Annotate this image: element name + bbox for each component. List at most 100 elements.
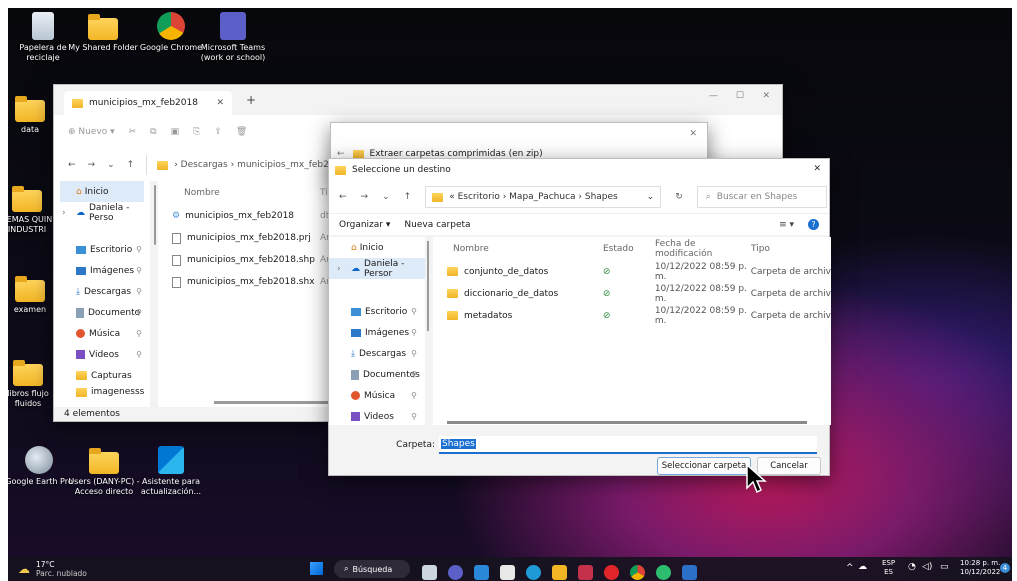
nav-item-imagenes[interactable]: Imágenes ⚲ xyxy=(329,322,425,343)
delete-icon[interactable]: 🗑 xyxy=(236,127,247,137)
desktop-icon-libros[interactable]: libros flujo fluidos xyxy=(8,360,56,409)
nav-item-documentos[interactable]: Documentos ⚲ xyxy=(329,364,425,385)
breadcrumb-item[interactable]: Mapa_Pachuca xyxy=(509,192,575,202)
file-row[interactable]: ⚙ municipios_mx_feb2018 xyxy=(158,205,338,227)
chrome-taskbar-icon[interactable] xyxy=(630,565,645,580)
desktop-icon-update-assistant[interactable]: Asistente para actualización... xyxy=(136,446,206,497)
column-header-modified[interactable]: Fecha de modificación xyxy=(655,239,751,259)
nav-item-musica[interactable]: Música ⚲ xyxy=(329,385,425,406)
explorer-breadcrumb[interactable]: › Descargas › municipios_mx_feb2018 xyxy=(146,155,346,175)
forward-icon[interactable]: → xyxy=(361,192,369,202)
up-icon[interactable]: ↑ xyxy=(404,192,412,202)
breadcrumb-item[interactable]: Shapes xyxy=(585,192,618,202)
breadcrumb-item[interactable]: Escritorio xyxy=(458,192,500,202)
calendar-app-icon[interactable] xyxy=(500,565,515,580)
nav-item-inicio[interactable]: ⌂ Inicio xyxy=(329,237,425,258)
new-button[interactable]: ⊕ Nuevo ▾ xyxy=(68,127,115,137)
recent-icon[interactable]: ⌄ xyxy=(107,160,115,170)
new-tab-icon[interactable]: + xyxy=(246,93,256,107)
close-window-icon[interactable]: ✕ xyxy=(762,91,770,101)
task-view-icon[interactable] xyxy=(422,565,437,580)
share-icon[interactable]: ⇪ xyxy=(214,127,222,137)
column-header-name[interactable]: Nombre xyxy=(158,181,338,205)
nav-scrollbar[interactable] xyxy=(154,185,156,245)
organize-button[interactable]: Organizar ▾ xyxy=(339,220,390,230)
opera-icon[interactable] xyxy=(604,565,619,580)
taskbar-search[interactable]: ⌕ Búsqueda xyxy=(334,560,410,578)
forward-icon[interactable]: → xyxy=(88,160,96,170)
nav-item-videos[interactable]: Videos ⚲ xyxy=(329,406,425,425)
column-header-name[interactable]: Nombre xyxy=(433,244,603,254)
nav-item-documentos[interactable]: Documento ⚲ xyxy=(54,302,150,323)
qgis-icon[interactable] xyxy=(656,565,671,580)
clock[interactable]: 10:28 p. m. 10/12/2022 xyxy=(960,559,1000,577)
folder-row[interactable]: diccionario_de_datos ⊘ 10/12/2022 08:59 … xyxy=(433,283,831,305)
back-icon[interactable]: ← xyxy=(68,160,76,170)
folder-row[interactable]: metadatos ⊘ 10/12/2022 08:59 p. m. Carpe… xyxy=(433,305,831,327)
edge-icon[interactable] xyxy=(526,565,541,580)
nav-item-daniela[interactable]: › ☁ Daniela - Persor xyxy=(329,258,425,279)
desktop-icon-users-shortcut[interactable]: Users (DANY-PC) - Acceso directo xyxy=(66,448,142,497)
nav-item-imagenes[interactable]: Imágenes ⚲ xyxy=(54,260,150,281)
nav-item-escritorio[interactable]: Escritorio ⚲ xyxy=(329,301,425,322)
new-folder-button[interactable]: Nueva carpeta xyxy=(404,220,470,230)
desktop-icon-shared-folder[interactable]: My Shared Folder xyxy=(66,12,140,53)
chevron-down-icon[interactable]: ⌄ xyxy=(647,192,655,202)
word-icon[interactable] xyxy=(682,565,697,580)
desktop-icon-teams[interactable]: Microsoft Teams (work or school) xyxy=(194,12,272,63)
folder-row[interactable]: conjunto_de_datos ⊘ 10/12/2022 08:59 p. … xyxy=(433,261,831,283)
recent-icon[interactable]: ⌄ xyxy=(382,192,390,202)
column-header-status[interactable]: Estado xyxy=(603,244,655,254)
close-tab-icon[interactable]: ✕ xyxy=(216,98,224,108)
minimize-icon[interactable]: — xyxy=(709,91,718,101)
copy-icon[interactable]: ⧉ xyxy=(150,127,156,137)
maximize-icon[interactable]: ☐ xyxy=(736,91,744,101)
start-icon[interactable] xyxy=(310,562,323,575)
column-header-type[interactable]: Tipo xyxy=(751,244,770,254)
settings-app-icon[interactable] xyxy=(474,565,489,580)
office-icon[interactable] xyxy=(578,565,593,580)
nav-item-inicio[interactable]: ⌂ Inicio xyxy=(60,181,144,202)
weather-widget[interactable]: ☁ 17°C Parc. nublado xyxy=(18,560,87,578)
nav-item-capturas[interactable]: Capturas xyxy=(54,365,150,386)
file-row[interactable]: municipios_mx_feb2018.shp xyxy=(158,249,338,271)
paste-icon[interactable]: ▣ xyxy=(171,127,180,137)
nav-item-musica[interactable]: Música ⚲ xyxy=(54,323,150,344)
nav-item-descargas[interactable]: ⤓ Descargas ⚲ xyxy=(54,281,150,302)
back-icon[interactable]: ← xyxy=(339,192,347,202)
wifi-icon[interactable]: ◔ xyxy=(908,562,916,572)
desktop-icon-temas[interactable]: TEMAS QUIN INDUSTRI xyxy=(8,186,54,235)
chevron-up-icon[interactable]: ^ xyxy=(846,563,854,573)
nav-item-imagenesss[interactable]: imagenesss xyxy=(54,386,150,398)
file-explorer-taskbar-icon[interactable] xyxy=(552,565,567,580)
nav-item-escritorio[interactable]: Escritorio ⚲ xyxy=(54,239,150,260)
onedrive-icon[interactable]: ☁ xyxy=(858,562,867,572)
rename-icon[interactable]: ⎘ xyxy=(193,127,200,137)
close-icon[interactable]: ✕ xyxy=(813,164,821,174)
battery-icon[interactable]: ▭ xyxy=(940,562,949,572)
nav-scrollbar[interactable] xyxy=(427,241,429,331)
file-row[interactable]: municipios_mx_feb2018.shx xyxy=(158,271,338,293)
nav-item-daniela[interactable]: › ☁ Daniela - Perso xyxy=(54,202,150,223)
chat-icon[interactable] xyxy=(448,565,463,580)
dialog-breadcrumb[interactable]: « Escritorio › Mapa_Pachuca › Shapes ⌄ xyxy=(425,186,662,208)
nav-item-descargas[interactable]: ⤓ Descargas ⚲ xyxy=(329,343,425,364)
view-options-icon[interactable]: ≡ ▾ xyxy=(779,220,794,230)
horizontal-scrollbar[interactable] xyxy=(447,421,807,424)
volume-icon[interactable]: ◁) xyxy=(922,562,932,572)
select-folder-button[interactable]: Seleccionar carpeta xyxy=(657,457,751,475)
cut-icon[interactable]: ✂ xyxy=(129,127,137,137)
up-icon[interactable]: ↑ xyxy=(127,160,135,170)
close-icon[interactable]: ✕ xyxy=(689,129,697,139)
notification-badge[interactable]: 4 xyxy=(1000,563,1010,573)
search-box[interactable]: ⌕ Buscar en Shapes xyxy=(696,186,827,208)
file-row[interactable]: municipios_mx_feb2018.prj xyxy=(158,227,338,249)
desktop-icon-google-earth[interactable]: Google Earth Pro xyxy=(8,446,74,487)
breadcrumb-item[interactable]: Descargas xyxy=(181,160,228,170)
horizontal-scrollbar[interactable] xyxy=(214,401,334,404)
refresh-icon[interactable]: ↻ xyxy=(675,192,683,202)
explorer-tab[interactable]: municipios_mx_feb2018 ✕ xyxy=(64,91,232,115)
language-indicator[interactable]: ESP ES xyxy=(882,559,895,577)
nav-item-videos[interactable]: Videos ⚲ xyxy=(54,344,150,365)
folder-input[interactable]: Shapes xyxy=(439,436,817,454)
